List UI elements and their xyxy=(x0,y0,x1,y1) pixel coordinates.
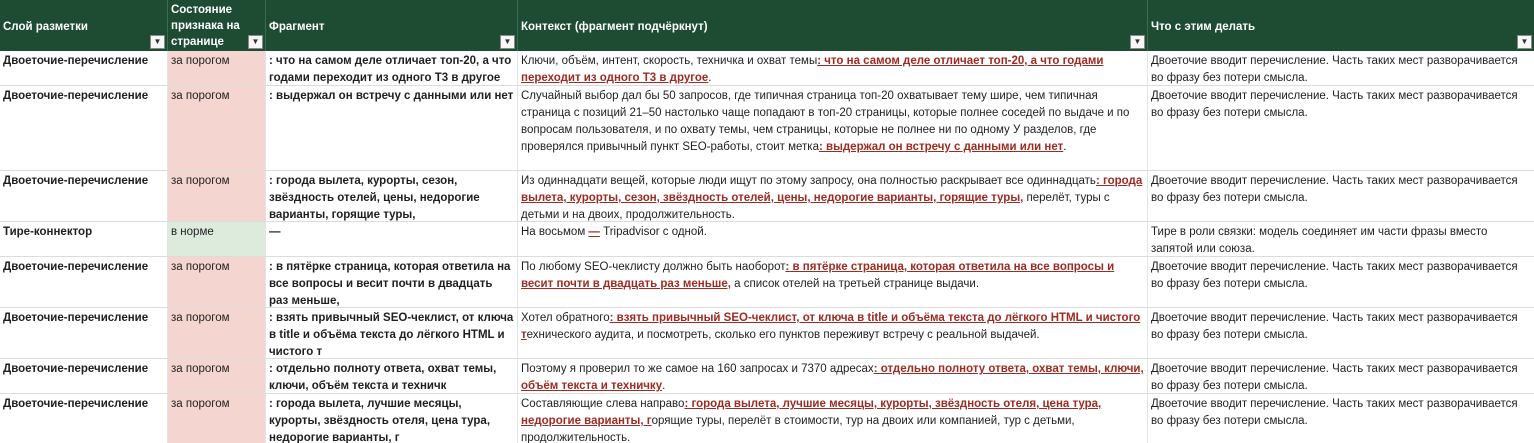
dropdown-arrow-icon[interactable]: ▼ xyxy=(1130,35,1145,49)
table-row: Двоеточие-перечисление за порогом : в пя… xyxy=(0,257,1534,308)
layer-cell[interactable]: Двоеточие-перечисление xyxy=(0,394,168,443)
action-cell[interactable]: Двоеточие вводит перечисление. Часть так… xyxy=(1148,308,1534,358)
context-text: На восьмом xyxy=(521,226,589,238)
column-header-label: Слой разметки xyxy=(3,21,88,33)
fragment-cell[interactable]: — xyxy=(266,222,518,256)
action-cell[interactable]: Двоеточие вводит перечисление. Часть так… xyxy=(1148,51,1534,85)
context-text: . xyxy=(1063,141,1067,153)
context-cell[interactable]: Поэтому я проверил то же самое на 160 за… xyxy=(518,359,1148,393)
context-text: ехнического аудита, и посмотреть, скольк… xyxy=(526,329,1040,341)
layer-cell[interactable]: Двоеточие-перечисление xyxy=(0,171,168,221)
layer-cell[interactable]: Двоеточие-перечисление xyxy=(0,308,168,358)
context-cell[interactable]: По любому SEO-чеклисту должно быть наобо… xyxy=(518,257,1148,307)
layer-cell[interactable]: Двоеточие-перечисление xyxy=(0,51,168,85)
context-cell[interactable]: Из одиннадцати вещей, которые люди ищут … xyxy=(518,171,1148,221)
context-text: . xyxy=(662,380,666,392)
context-cell[interactable]: Хотел обратного: взять привычный SEO-чек… xyxy=(518,308,1148,358)
column-header-label: Состояние признака на странице xyxy=(171,4,240,48)
action-cell[interactable]: Двоеточие вводит перечисление. Часть так… xyxy=(1148,257,1534,307)
table-row: Двоеточие-перечисление за порогом : взят… xyxy=(0,308,1534,359)
fragment-cell[interactable]: : города вылета, лучшие месяцы, курорты,… xyxy=(266,394,518,443)
context-text: Из одиннадцати вещей, которые люди ищут … xyxy=(521,175,1096,187)
context-text: По любому SEO-чеклисту должно быть наобо… xyxy=(521,261,786,273)
context-text: Tripadvisor с одной. xyxy=(599,226,707,238)
fragment-cell[interactable]: : отдельно полноту ответа, охват темы, к… xyxy=(266,359,518,393)
column-header-action[interactable]: Что с этим делать ▼ xyxy=(1148,0,1534,51)
column-header-label: Контекст (фрагмент подчёркнут) xyxy=(521,21,708,33)
layer-cell[interactable]: Двоеточие-перечисление xyxy=(0,86,168,170)
context-text: а список отелей на третьей странице выда… xyxy=(730,278,980,290)
context-text: Поэтому я проверил то же самое на 160 за… xyxy=(521,363,874,375)
status-cell[interactable]: за порогом xyxy=(168,257,266,307)
dropdown-arrow-icon[interactable]: ▼ xyxy=(500,35,515,49)
layer-cell[interactable]: Двоеточие-перечисление xyxy=(0,359,168,393)
status-cell[interactable]: за порогом xyxy=(168,86,266,170)
action-cell[interactable]: Двоеточие вводит перечисление. Часть так… xyxy=(1148,359,1534,393)
action-cell[interactable]: Двоеточие вводит перечисление. Часть так… xyxy=(1148,171,1534,221)
action-cell[interactable]: Тире в роли связки: модель соединяет им … xyxy=(1148,222,1534,256)
column-header-context[interactable]: Контекст (фрагмент подчёркнут) ▼ xyxy=(518,0,1148,51)
dropdown-arrow-icon[interactable]: ▼ xyxy=(248,35,263,49)
column-header-layer[interactable]: Слой разметки ▼ xyxy=(0,0,168,51)
layer-cell[interactable]: Двоеточие-перечисление xyxy=(0,257,168,307)
table-row: Двоеточие-перечисление за порогом : горо… xyxy=(0,394,1534,443)
column-header-fragment[interactable]: Фрагмент ▼ xyxy=(266,0,518,51)
context-underlined-fragment: : выдержал он встречу с данными или нет xyxy=(818,141,1064,153)
fragment-cell[interactable]: : что на самом деле отличает топ-20, а ч… xyxy=(266,51,518,85)
action-cell[interactable]: Двоеточие вводит перечисление. Часть так… xyxy=(1148,394,1534,443)
table-row: Двоеточие-перечисление за порогом : отде… xyxy=(0,359,1534,394)
status-cell[interactable]: за порогом xyxy=(168,308,266,358)
context-text: . xyxy=(708,72,712,84)
filter-applied-icon[interactable]: ▼ xyxy=(150,35,165,49)
action-cell[interactable]: Двоеточие вводит перечисление. Часть так… xyxy=(1148,86,1534,170)
fragment-cell[interactable]: : выдержал он встречу с данными или нет xyxy=(266,86,518,170)
context-underlined-fragment: — xyxy=(588,226,600,238)
column-header-label: Фрагмент xyxy=(269,21,325,33)
context-text: Хотел обратного xyxy=(521,312,610,324)
layer-cell[interactable]: Тире-коннектор xyxy=(0,222,168,256)
context-cell[interactable]: Ключи, объём, интент, скорость, техничка… xyxy=(518,51,1148,85)
status-cell[interactable]: в норме xyxy=(168,222,266,256)
context-cell[interactable]: Случайный выбор дал бы 50 запросов, где … xyxy=(518,86,1148,170)
table-row: Двоеточие-перечисление за порогом : что … xyxy=(0,51,1534,86)
context-cell[interactable]: На восьмом — Tripadvisor с одной. xyxy=(518,222,1148,256)
fragment-cell[interactable]: : в пятёрке страница, которая ответила н… xyxy=(266,257,518,307)
status-cell[interactable]: за порогом xyxy=(168,394,266,443)
column-header-label: Что с этим делать xyxy=(1151,21,1256,33)
status-cell[interactable]: за порогом xyxy=(168,359,266,393)
context-text: Составляющие слева направо xyxy=(521,398,685,410)
context-cell[interactable]: Составляющие слева направо: города вылет… xyxy=(518,394,1148,443)
fragment-cell[interactable]: : города вылета, курорты, сезон, звёздно… xyxy=(266,171,518,221)
table-row: Двоеточие-перечисление за порогом : горо… xyxy=(0,171,1534,222)
status-cell[interactable]: за порогом xyxy=(168,51,266,85)
header-row: Слой разметки ▼ Состояние признака на ст… xyxy=(0,0,1534,51)
context-text: Ключи, объём, интент, скорость, техничка… xyxy=(521,55,818,67)
dropdown-arrow-icon[interactable]: ▼ xyxy=(1517,35,1532,49)
table-row: Двоеточие-перечисление за порогом : выде… xyxy=(0,86,1534,171)
status-cell[interactable]: за порогом xyxy=(168,171,266,221)
table-row: Тире-коннектор в норме — На восьмом — Tr… xyxy=(0,222,1534,257)
column-header-status[interactable]: Состояние признака на странице ▼ xyxy=(168,0,266,51)
spreadsheet: Слой разметки ▼ Состояние признака на ст… xyxy=(0,0,1534,443)
fragment-cell[interactable]: : взять привычный SEO-чеклист, от ключа … xyxy=(266,308,518,358)
